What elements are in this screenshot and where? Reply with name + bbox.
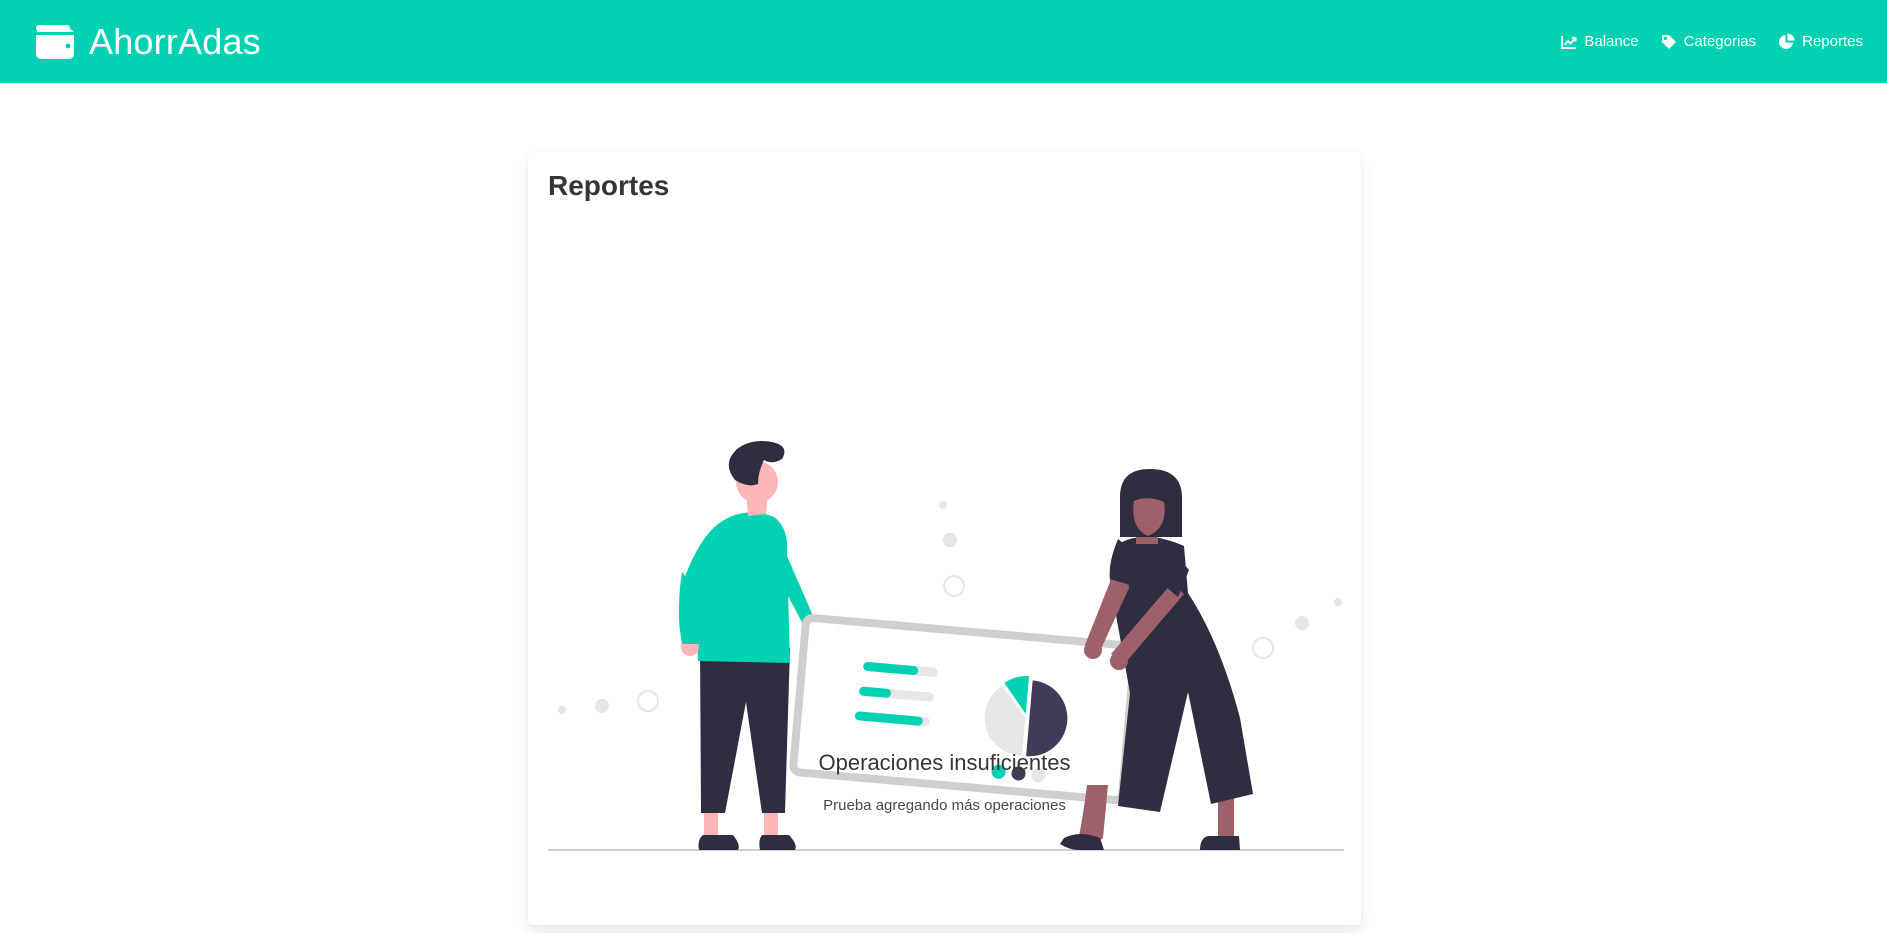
empty-state-title: Operaciones insuficientes [818, 750, 1071, 775]
empty-state-subtitle: Prueba agregando más operaciones [823, 797, 1066, 814]
main-nav: Balance Categorias Reportes [1561, 33, 1863, 50]
page-title: Reportes [548, 170, 670, 201]
brand-name: AhorrAdas [89, 20, 261, 62]
tag-icon [1661, 34, 1677, 50]
reports-card: Reportes Operaciones insuficientes Prueb… [528, 152, 1361, 925]
wallet-icon [35, 24, 75, 60]
nav-item-categorias[interactable]: Categorias [1661, 33, 1757, 50]
nav-item-balance[interactable]: Balance [1561, 33, 1639, 50]
nav-item-reportes-label: Reportes [1802, 33, 1863, 50]
nav-item-categorias-label: Categorias [1683, 33, 1757, 50]
chart-pie-icon [1778, 33, 1795, 50]
nav-item-reportes[interactable]: Reportes [1778, 33, 1863, 50]
brand-link[interactable]: AhorrAdas [35, 21, 261, 63]
chart-line-icon [1561, 35, 1577, 49]
nav-item-balance-label: Balance [1584, 33, 1639, 50]
top-navbar: AhorrAdas Balance Categorias Reportes [0, 0, 1887, 83]
